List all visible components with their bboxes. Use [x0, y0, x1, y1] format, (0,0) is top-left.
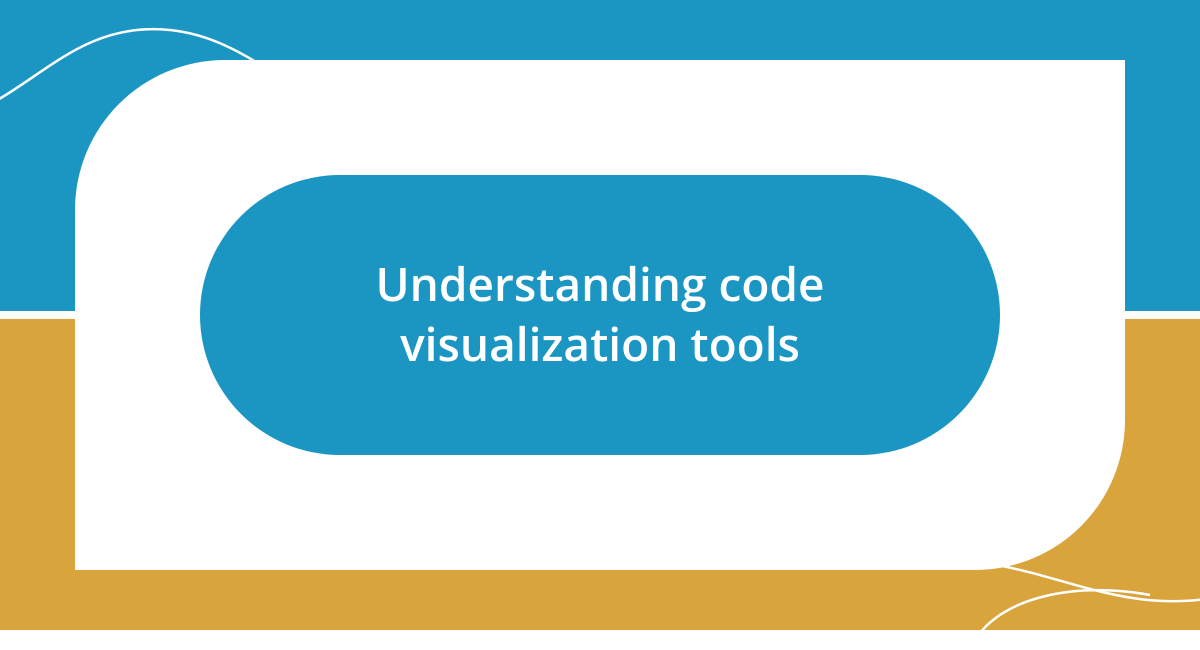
- hero-card: Understanding code visualization tools: [75, 60, 1125, 570]
- page-title: Understanding code visualization tools: [280, 255, 920, 375]
- title-pill: Understanding code visualization tools: [200, 175, 1000, 455]
